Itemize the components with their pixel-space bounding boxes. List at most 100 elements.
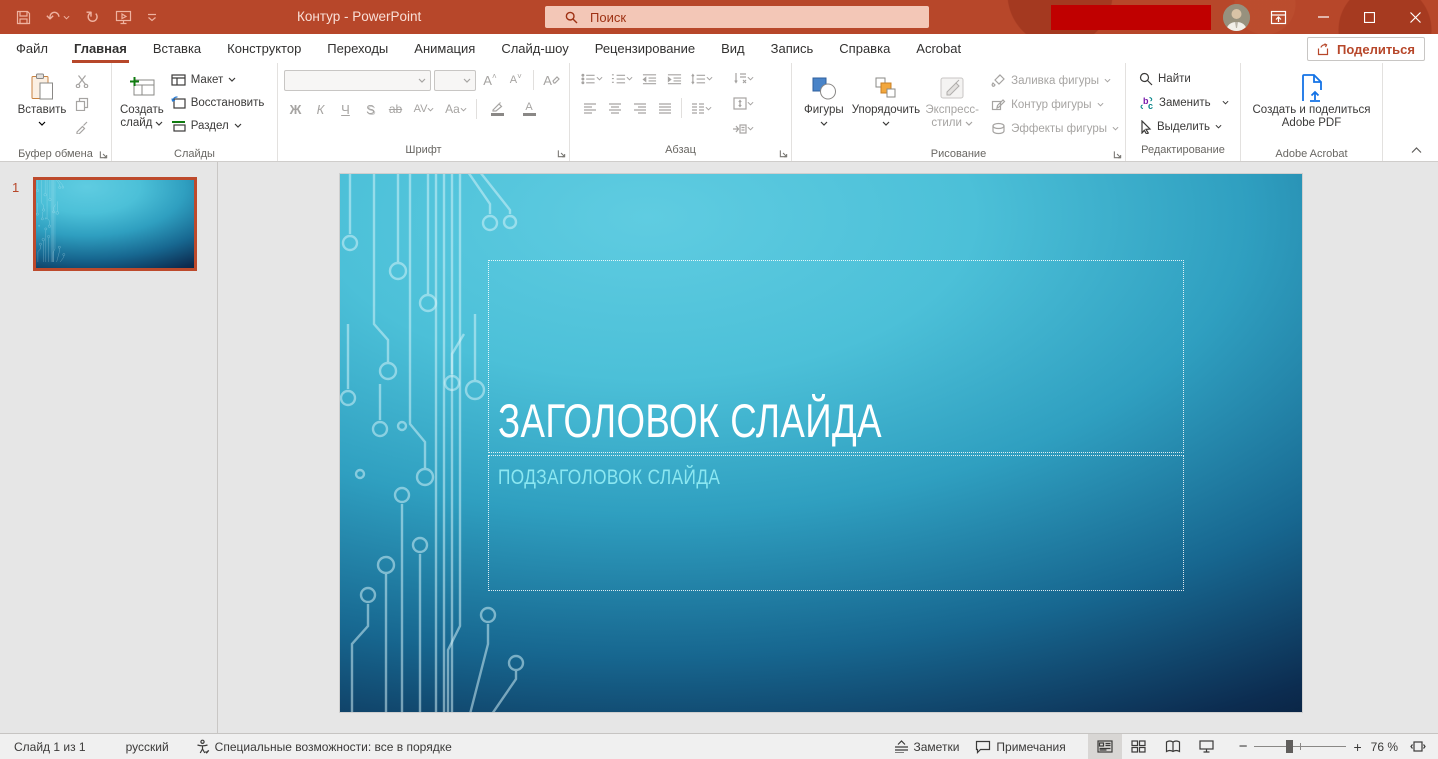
format-painter-button[interactable]	[70, 116, 93, 137]
font-dialog-launcher[interactable]	[557, 149, 566, 158]
find-button[interactable]: Найти	[1136, 67, 1236, 90]
shapes-icon	[811, 71, 837, 104]
normal-view-button[interactable]	[1088, 734, 1122, 759]
highlight-color-button[interactable]	[482, 99, 512, 120]
drawing-dialog-launcher[interactable]	[1113, 150, 1122, 159]
reading-view-button[interactable]	[1156, 734, 1190, 759]
maximize-button[interactable]	[1346, 0, 1392, 34]
zoom-out-button[interactable]: −	[1236, 738, 1251, 755]
shape-effects-button[interactable]: Эффекты фигуры	[988, 117, 1122, 140]
arrange-button[interactable]: Упорядочить	[852, 66, 920, 147]
underline-button[interactable]: Ч	[334, 99, 357, 120]
accessibility-status[interactable]: Специальные возможности: все в порядке	[187, 734, 460, 759]
slide-canvas[interactable]: ЗАГОЛОВОК СЛАЙДА ПОДЗАГОЛОВОК СЛАЙДА	[340, 174, 1302, 712]
align-center-button[interactable]	[603, 98, 626, 119]
bold-button[interactable]: Ж	[284, 99, 307, 120]
columns-button[interactable]	[687, 98, 715, 119]
font-name-combo[interactable]	[284, 70, 431, 91]
create-pdf-button[interactable]: Создать и поделиться Adobe PDF	[1246, 66, 1378, 147]
share-button[interactable]: Поделиться	[1307, 37, 1425, 61]
start-slideshow-icon[interactable]	[115, 10, 132, 25]
shape-fill-button[interactable]: Заливка фигуры	[988, 69, 1122, 92]
subtitle-placeholder[interactable]: ПОДЗАГОЛОВОК СЛАЙДА	[488, 455, 1184, 591]
paste-button[interactable]: Вставить	[18, 66, 67, 147]
increase-indent-button[interactable]	[663, 68, 686, 89]
section-button[interactable]: Раздел	[168, 114, 268, 137]
align-text-button[interactable]	[728, 93, 758, 114]
layout-icon	[171, 74, 186, 86]
reset-button[interactable]: Восстановить	[168, 91, 268, 114]
font-color-button[interactable]: A	[514, 99, 544, 120]
ribbon: Вставить Буфер обмена С	[0, 63, 1438, 162]
tab-view[interactable]: Вид	[708, 34, 758, 63]
zoom-level[interactable]: 76 %	[1365, 734, 1404, 759]
tab-record[interactable]: Запись	[758, 34, 827, 63]
layout-button[interactable]: Макет	[168, 68, 268, 91]
change-case-button[interactable]: Aa	[441, 99, 471, 120]
shape-outline-button[interactable]: Контур фигуры	[988, 93, 1122, 116]
save-icon[interactable]	[16, 10, 31, 25]
notes-toggle[interactable]: Заметки	[886, 734, 968, 759]
tab-transitions[interactable]: Переходы	[314, 34, 401, 63]
strikethrough-button[interactable]: ab	[384, 99, 407, 120]
title-placeholder[interactable]: ЗАГОЛОВОК СЛАЙДА	[488, 260, 1184, 453]
cut-button[interactable]	[70, 70, 93, 91]
redo-icon[interactable]: ↻	[85, 9, 99, 26]
slide-counter[interactable]: Слайд 1 из 1	[14, 734, 94, 759]
select-button[interactable]: Выделить	[1136, 115, 1236, 138]
tab-insert[interactable]: Вставка	[140, 34, 214, 63]
ribbon-display-options-icon[interactable]	[1256, 0, 1300, 34]
convert-smartart-button[interactable]	[728, 118, 758, 139]
zoom-slider[interactable]	[1254, 734, 1346, 759]
increase-font-button[interactable]: A˄	[479, 70, 502, 91]
shapes-button[interactable]: Фигуры	[798, 66, 850, 147]
tab-acrobat[interactable]: Acrobat	[903, 34, 974, 63]
minimize-button[interactable]	[1300, 0, 1346, 34]
customize-qat-icon[interactable]	[147, 13, 157, 22]
decrease-indent-button[interactable]	[638, 68, 661, 89]
close-button[interactable]	[1392, 0, 1438, 34]
fit-to-window-button[interactable]	[1404, 734, 1432, 759]
search-input[interactable]: Поиск	[545, 6, 929, 28]
slideshow-view-button[interactable]	[1190, 734, 1224, 759]
notes-icon	[894, 740, 909, 753]
quick-styles-button[interactable]: Экспресс- стили	[922, 66, 982, 147]
tab-help[interactable]: Справка	[826, 34, 903, 63]
bullets-button[interactable]	[578, 68, 606, 89]
undo-button[interactable]: ↶	[46, 9, 70, 26]
group-font: A˄ A˅ A Ж К Ч S ab AV Aa	[278, 63, 570, 161]
copy-button[interactable]	[70, 93, 93, 114]
italic-button[interactable]: К	[309, 99, 332, 120]
tab-home[interactable]: Главная	[61, 34, 140, 63]
character-spacing-button[interactable]: AV	[409, 99, 439, 120]
justify-button[interactable]	[653, 98, 676, 119]
slide-thumbnail[interactable]	[33, 177, 197, 271]
tab-review[interactable]: Рецензирование	[582, 34, 708, 63]
comments-toggle[interactable]: Примечания	[967, 734, 1073, 759]
paragraph-dialog-launcher[interactable]	[779, 149, 788, 158]
line-spacing-button[interactable]	[688, 68, 716, 89]
language-indicator[interactable]: русский	[118, 734, 177, 759]
clipboard-dialog-launcher[interactable]	[99, 150, 108, 159]
align-right-button[interactable]	[628, 98, 651, 119]
tab-design[interactable]: Конструктор	[214, 34, 314, 63]
numbering-button[interactable]	[608, 68, 636, 89]
new-slide-button[interactable]: Создать слайд	[120, 66, 164, 147]
tab-slideshow[interactable]: Слайд-шоу	[488, 34, 581, 63]
avatar[interactable]	[1223, 4, 1250, 31]
zoom-slider-thumb[interactable]	[1286, 740, 1293, 753]
zoom-in-button[interactable]: +	[1350, 739, 1364, 755]
tab-animations[interactable]: Анимация	[401, 34, 488, 63]
slide-title-text: ЗАГОЛОВОК СЛАЙДА	[498, 393, 882, 448]
align-left-button[interactable]	[578, 98, 601, 119]
replace-button[interactable]: bc Заменить	[1136, 91, 1236, 114]
collapse-ribbon-button[interactable]	[1411, 147, 1422, 154]
slide-thumbnails-panel: 1	[0, 162, 218, 733]
slide-sorter-view-button[interactable]	[1122, 734, 1156, 759]
text-shadow-button[interactable]: S	[359, 99, 382, 120]
clear-formatting-button[interactable]: A	[540, 70, 563, 91]
tab-file[interactable]: Файл	[3, 34, 61, 63]
font-size-combo[interactable]	[434, 70, 476, 91]
text-direction-button[interactable]	[728, 68, 758, 89]
decrease-font-button[interactable]: A˅	[504, 70, 527, 91]
